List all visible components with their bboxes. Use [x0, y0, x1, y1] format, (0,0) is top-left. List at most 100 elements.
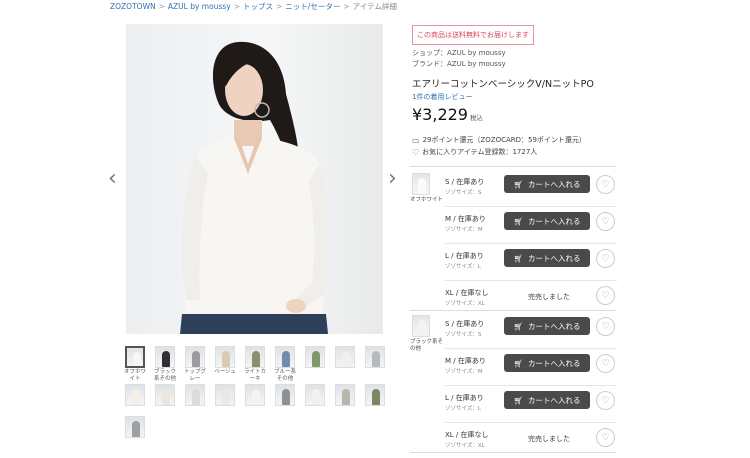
shop-name[interactable]: ショップ：AZUL by moussy	[412, 48, 506, 58]
add-to-cart-label: カートへ入れる	[528, 253, 581, 263]
thumbnail-caption: ベージュ	[214, 369, 236, 375]
thumbnail-item[interactable]: ライトカ ーキ	[243, 346, 267, 383]
product-price: ¥3,229 税込	[412, 105, 483, 124]
size-row: L / 在庫あり ゾゾサイズ：L 🛒︎ カートへ入れる ♡	[445, 245, 617, 279]
breadcrumb-category[interactable]: トップス	[243, 2, 273, 11]
size-row: S / 在庫あり ゾゾサイズ：S 🛒︎ カートへ入れる ♡	[445, 313, 617, 347]
thumbnail-figure	[342, 351, 350, 367]
points-text: 29ポイント還元（ZOZOCARD：59ポイント還元）	[422, 136, 586, 144]
thumbnail-item[interactable]: トップグ レー	[183, 346, 207, 383]
thumbnail-figure	[372, 351, 380, 367]
size-row: S / 在庫あり ゾゾサイズ：S 🛒︎ カートへ入れる ♡	[445, 171, 617, 205]
thumbnail-image	[125, 346, 145, 368]
thumbnail-item[interactable]: ブルー系 その他	[273, 346, 297, 383]
thumbnail-item[interactable]	[243, 384, 267, 406]
divider	[410, 310, 616, 311]
favorite-heart-icon[interactable]: ♡	[596, 317, 615, 336]
sold-out-label: 完売しました	[528, 293, 570, 301]
breadcrumb-home[interactable]: ZOZOTOWN	[110, 2, 156, 11]
sold-out-label: 完売しました	[528, 435, 570, 443]
color-swatch: オフホワイト	[410, 173, 450, 204]
thumbnail-figure	[222, 351, 230, 367]
thumbnail-item[interactable]	[183, 384, 207, 406]
thumbnail-item[interactable]	[333, 384, 357, 406]
thumbnail-image	[125, 384, 145, 406]
thumbnail-figure	[222, 389, 230, 405]
stock-status: S / 在庫あり	[445, 178, 485, 186]
thumbnail-image	[155, 384, 175, 406]
thumbnail-figure	[282, 389, 290, 405]
cart-icon: 🛒︎	[513, 179, 524, 189]
thumbnail-item[interactable]	[213, 384, 237, 406]
thumbnail-item[interactable]: ベージュ	[213, 346, 237, 376]
add-to-cart-button[interactable]: 🛒︎ カートへ入れる	[504, 249, 590, 267]
price-value: ¥3,229	[412, 105, 468, 124]
stock-status: M / 在庫あり	[445, 215, 486, 223]
thumbnail-item[interactable]	[303, 346, 327, 368]
previous-image-arrow-icon[interactable]: ‹	[108, 168, 117, 190]
thumbnail-item[interactable]	[303, 384, 327, 406]
heart-icon: ♡	[412, 147, 420, 157]
thumbnail-figure	[192, 389, 200, 405]
thumbnail-item[interactable]	[273, 384, 297, 406]
thumbnail-item[interactable]: オフホワイト	[123, 346, 147, 383]
favorite-heart-icon[interactable]: ♡	[596, 428, 615, 447]
thumbnail-figure	[342, 389, 350, 405]
color-swatch-image	[412, 173, 430, 195]
review-link[interactable]: 1件の着用レビュー	[412, 92, 472, 102]
favorite-heart-icon[interactable]: ♡	[596, 286, 615, 305]
thumbnail-caption: ブラック 系その他	[153, 369, 176, 382]
thumbnail-image	[155, 346, 175, 368]
next-image-arrow-icon[interactable]: ›	[388, 168, 397, 190]
favorite-heart-icon[interactable]: ♡	[596, 212, 615, 231]
thumbnail-figure	[162, 389, 170, 405]
thumbnail-image	[335, 384, 355, 406]
color-swatch-image	[412, 315, 430, 337]
zozo-size: ゾゾサイズ：XL	[445, 443, 485, 449]
add-to-cart-button[interactable]: 🛒︎ カートへ入れる	[504, 317, 590, 335]
thumbnail-item[interactable]	[123, 384, 147, 406]
row-divider	[445, 422, 617, 423]
add-to-cart-button[interactable]: 🛒︎ カートへ入れる	[504, 354, 590, 372]
thumbnail-item[interactable]	[333, 346, 357, 368]
cart-icon: 🛒︎	[513, 321, 524, 331]
stock-status: S / 在庫あり	[445, 320, 485, 328]
favorites-text: お気に入りアイテム登録数：1727人	[422, 148, 538, 156]
thumbnail-image	[275, 384, 295, 406]
product-main-image	[126, 24, 383, 334]
favorite-heart-icon[interactable]: ♡	[596, 249, 615, 268]
favorite-heart-icon[interactable]: ♡	[596, 391, 615, 410]
thumbnail-figure	[132, 421, 140, 437]
breadcrumb-subcategory[interactable]: ニット/セーター	[285, 2, 340, 11]
cart-icon: 🛒︎	[513, 253, 524, 263]
brand-name[interactable]: ブランド：AZUL by moussy	[412, 59, 506, 69]
thumbnail-figure	[252, 389, 260, 405]
thumbnail-figure	[192, 351, 200, 367]
row-divider	[445, 206, 617, 207]
add-to-cart-button[interactable]: 🛒︎ カートへ入れる	[504, 212, 590, 230]
cart-icon: 🛒︎	[513, 216, 524, 226]
zozo-size: ゾゾサイズ：L	[445, 406, 481, 412]
thumbnail-figure	[312, 351, 320, 367]
thumbnail-figure	[312, 389, 320, 405]
size-row: M / 在庫あり ゾゾサイズ：M 🛒︎ カートへ入れる ♡	[445, 350, 617, 384]
thumbnail-image	[305, 384, 325, 406]
thumbnail-item[interactable]: ブラック 系その他	[153, 346, 177, 383]
thumbnail-item[interactable]	[363, 384, 387, 406]
size-row: M / 在庫あり ゾゾサイズ：M 🛒︎ カートへ入れる ♡	[445, 208, 617, 242]
breadcrumb-shop[interactable]: AZUL by moussy	[168, 2, 231, 11]
add-to-cart-button[interactable]: 🛒︎ カートへ入れる	[504, 175, 590, 193]
thumbnail-image	[125, 416, 145, 438]
thumbnail-figure	[132, 389, 140, 405]
favorite-heart-icon[interactable]: ♡	[596, 354, 615, 373]
thumbnail-image	[245, 346, 265, 368]
zozo-size: ゾゾサイズ：XL	[445, 301, 485, 307]
add-to-cart-button[interactable]: 🛒︎ カートへ入れる	[504, 391, 590, 409]
thumbnail-caption: オフホワイト	[123, 369, 146, 382]
thumbnail-figure	[162, 351, 170, 367]
thumbnail-item[interactable]	[123, 416, 147, 438]
thumbnail-item[interactable]	[153, 384, 177, 406]
thumbnail-image	[335, 346, 355, 368]
favorite-heart-icon[interactable]: ♡	[596, 175, 615, 194]
thumbnail-item[interactable]	[363, 346, 387, 368]
